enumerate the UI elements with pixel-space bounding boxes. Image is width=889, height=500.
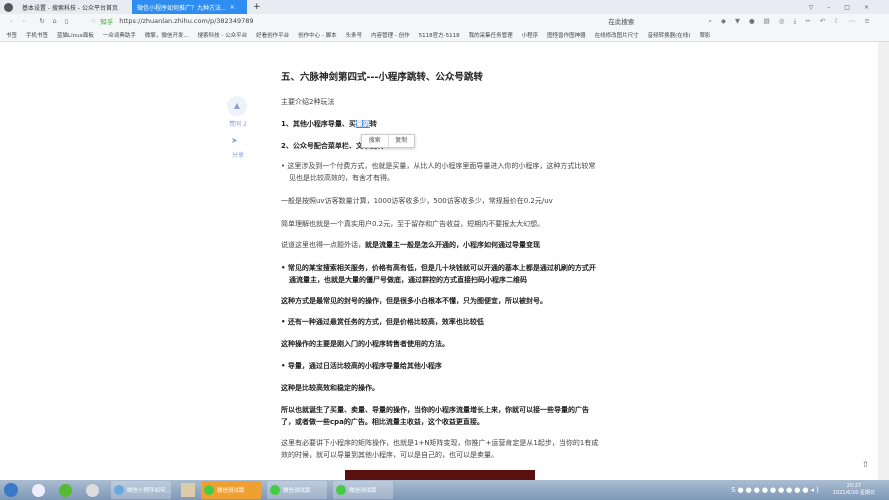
close-icon[interactable]: ×	[230, 4, 235, 11]
bookmark[interactable]: 书签	[6, 31, 17, 39]
wechat-icon	[336, 485, 346, 495]
wechat-icon	[204, 485, 214, 495]
bookmark[interactable]: 音频转换器(在线)	[648, 31, 691, 39]
refresh-icon[interactable]: ↻	[39, 17, 44, 25]
tray-icons[interactable]: S●●●●●●●●●◂)	[731, 486, 821, 494]
label: 微信测试版	[349, 488, 377, 494]
toolbar-icons[interactable]: ⌕◆▼●▤◎⤓✂↶☾⋯≡	[708, 17, 879, 26]
taskbar-item[interactable]: 微信测试版	[333, 481, 393, 499]
clock[interactable]: 20:27 2021/6/20 星期日	[833, 483, 875, 497]
paragraph: 一般是按照uv访客数量计算，1000访客收多少，500访客收多少，常规报价在0.…	[281, 197, 553, 205]
copy-button[interactable]: 复制	[389, 135, 415, 147]
forward-icon[interactable]: ›	[23, 17, 26, 25]
bullet: • 这里涉及到一个付费方式，也就是买量，从比人的小程序里面导量进入你的小程序，这…	[281, 162, 596, 182]
text: 1、其他小程序导量、买	[281, 120, 356, 128]
address-bar: ‹ › ↻ ⌂ ▯ ☆ 知乎 https://zhuanlan.zhihu.co…	[0, 14, 889, 28]
selection-popup: 搜索 复制	[361, 134, 415, 148]
home-icon[interactable]: ⌂	[53, 17, 57, 25]
text: 还有一种通过悬赏任务的方式，但是价格比较高，效率也比较低	[287, 318, 484, 326]
text: 常见的某宝搜索相关服务，价格有高有低，但是几十块钱就可以开通的基本上都是通过机刷…	[287, 264, 596, 284]
bookmark[interactable]: 内容管理 - 创作	[371, 31, 409, 39]
paragraph: 这种是比较高效和稳定的操作。	[281, 384, 379, 392]
paragraph: 这种操作的主要是刚入门的小程序转售者使用的方法。	[281, 340, 449, 348]
app-icon[interactable]	[86, 483, 99, 497]
share-button[interactable]: 分享	[224, 150, 252, 159]
bookmark[interactable]: 我的采集任务管理	[469, 31, 513, 39]
search-input[interactable]: 在此搜索	[608, 16, 708, 26]
bookmark[interactable]: 5118官方-5118	[419, 31, 460, 39]
bookmark[interactable]: 翠影	[699, 31, 710, 39]
site-label: 知乎	[100, 18, 114, 26]
bookmark[interactable]: 创作中心 - 脚本	[298, 31, 336, 39]
paragraph: 这种方式是最常见的封号的操作，但是很多小白根本不懂，只为图便宜，所以被封号。	[281, 297, 547, 305]
text: 导量，通过日活比较高的小程序导量给其他小程序	[287, 362, 442, 370]
app-icon[interactable]	[32, 483, 45, 497]
bookmark[interactable]: 蓝猫Linux面板	[57, 31, 94, 39]
search-button[interactable]: 搜索	[362, 135, 389, 147]
window-controls[interactable]: ▽–□×	[809, 4, 883, 11]
url-input[interactable]: https://zhuanlan.zhihu.com/p/382349789	[119, 17, 253, 25]
bullet: • 常见的某宝搜索相关服务，价格有高有低，但是几十块钱就可以开通的基本上都是通过…	[281, 264, 596, 284]
folder-icon[interactable]	[181, 483, 195, 497]
label: 微信测试版	[283, 488, 311, 494]
taskbar-item[interactable]: 微信小程序如何...	[111, 481, 171, 499]
article-page: ▲ 赞同 2 ➤ 分享 五、六脉神剑第四式---小程序跳转、公众号跳转 主要介绍…	[0, 42, 878, 482]
taskbar-item[interactable]: 微信测试版	[267, 481, 327, 499]
new-tab-button[interactable]: +	[253, 2, 261, 12]
label: 微信小程序如何...	[127, 488, 171, 494]
wechat-icon	[270, 485, 280, 495]
tab-label: 微信小程序如何推广？九种方法...	[137, 4, 227, 12]
bookmark[interactable]: 在线修改图片尺寸	[595, 31, 639, 39]
share-icon[interactable]: ➤	[231, 136, 238, 145]
bookmark[interactable]: 微擎，微信开发...	[145, 31, 189, 39]
date: 2021/6/20 星期日	[832, 490, 875, 496]
text: 就是流量主一般是怎么开通的，小程序如何通过导量变现	[365, 241, 540, 249]
list-item-1: 1、其他小程序导量、买量跳转	[281, 118, 581, 130]
bookmark[interactable]: 头条号	[346, 31, 363, 39]
selected-text[interactable]: 量跳	[355, 120, 370, 128]
tab-2[interactable]: 微信小程序如何推广？九种方法... ×	[132, 0, 247, 14]
text: 这里涉及到一个付费方式，也就是买量，从比人的小程序里面导量进入你的小程序，这种方…	[287, 162, 596, 182]
taskbar-item[interactable]: 微信测试版	[201, 481, 261, 499]
like-count: 赞同 2	[229, 121, 247, 128]
section-heading: 五、六脉神剑第四式---小程序跳转、公众号跳转	[281, 72, 483, 83]
paragraph: 说道这里也得一点题外话，就是流量主一般是怎么开通的，小程序如何通过导量变现	[281, 239, 601, 251]
tab-1[interactable]: 基本设置 - 搜索科技 - 公众平台首页	[17, 0, 132, 14]
tab-label: 基本设置 - 搜索科技 - 公众平台首页	[22, 4, 118, 12]
bookmark[interactable]: 好看创作平台	[256, 31, 289, 39]
label: 微信测试版	[217, 488, 245, 494]
bullet: • 还有一种通过悬赏任务的方式，但是价格比较高，效率也比较低	[281, 318, 484, 326]
scrollbar[interactable]	[878, 42, 889, 480]
bullet: • 导量，通过日活比较高的小程序导量给其他小程序	[281, 362, 442, 370]
taskbar: 微信小程序如何... 微信测试版 微信测试版 微信测试版 S●●●●●●●●●◂…	[0, 480, 889, 500]
star-icon[interactable]: ☆	[90, 17, 96, 25]
bookmark[interactable]: 小程序	[522, 31, 539, 39]
bookmark[interactable]: 搜索科技 - 公众平台	[198, 31, 247, 39]
app-icon[interactable]	[59, 483, 72, 497]
reader-icon[interactable]: ▯	[65, 17, 69, 25]
tab-bar: 基本设置 - 搜索科技 - 公众平台首页 微信小程序如何推广？九种方法... × …	[0, 0, 889, 14]
start-button[interactable]	[4, 483, 18, 497]
time: 20:27	[846, 483, 862, 489]
browser-icon	[114, 485, 124, 495]
paragraph: 简单理解也就是一个真实用户0.2元，至于留存和广告收益，短期内不要报太大幻想。	[281, 220, 545, 228]
browser-logo-icon	[4, 2, 13, 12]
paragraph: 这里有必要讲下小程序的矩阵操作，也就是1+N矩阵变现，你推广+运营肯定是从1起步…	[281, 439, 599, 459]
text: 转	[369, 120, 377, 128]
bookmark[interactable]: 手机书签	[26, 31, 48, 39]
bookmark[interactable]: 一众词典助手	[103, 31, 136, 39]
paragraph: 主要介绍2种玩法	[281, 98, 335, 106]
paragraph: 所以也就诞生了买量、卖量、导量的操作，当你的小程序流量增长上来，你就可以接一些导…	[281, 406, 589, 426]
back-icon[interactable]: ‹	[10, 17, 13, 25]
bookmark[interactable]: 图怪兽作图神器	[547, 31, 586, 39]
bookmarks-bar: 书签 手机书签 蓝猫Linux面板 一众词典助手 微擎，微信开发... 搜索科技…	[0, 28, 889, 42]
list-item-2: 2、公众号配合菜单栏、文章跳转	[281, 142, 384, 150]
back-to-top-icon[interactable]: ⇧	[862, 460, 869, 469]
upvote-button[interactable]: ▲	[227, 96, 247, 116]
text: 说道这里也得一点题外话，	[281, 241, 365, 249]
